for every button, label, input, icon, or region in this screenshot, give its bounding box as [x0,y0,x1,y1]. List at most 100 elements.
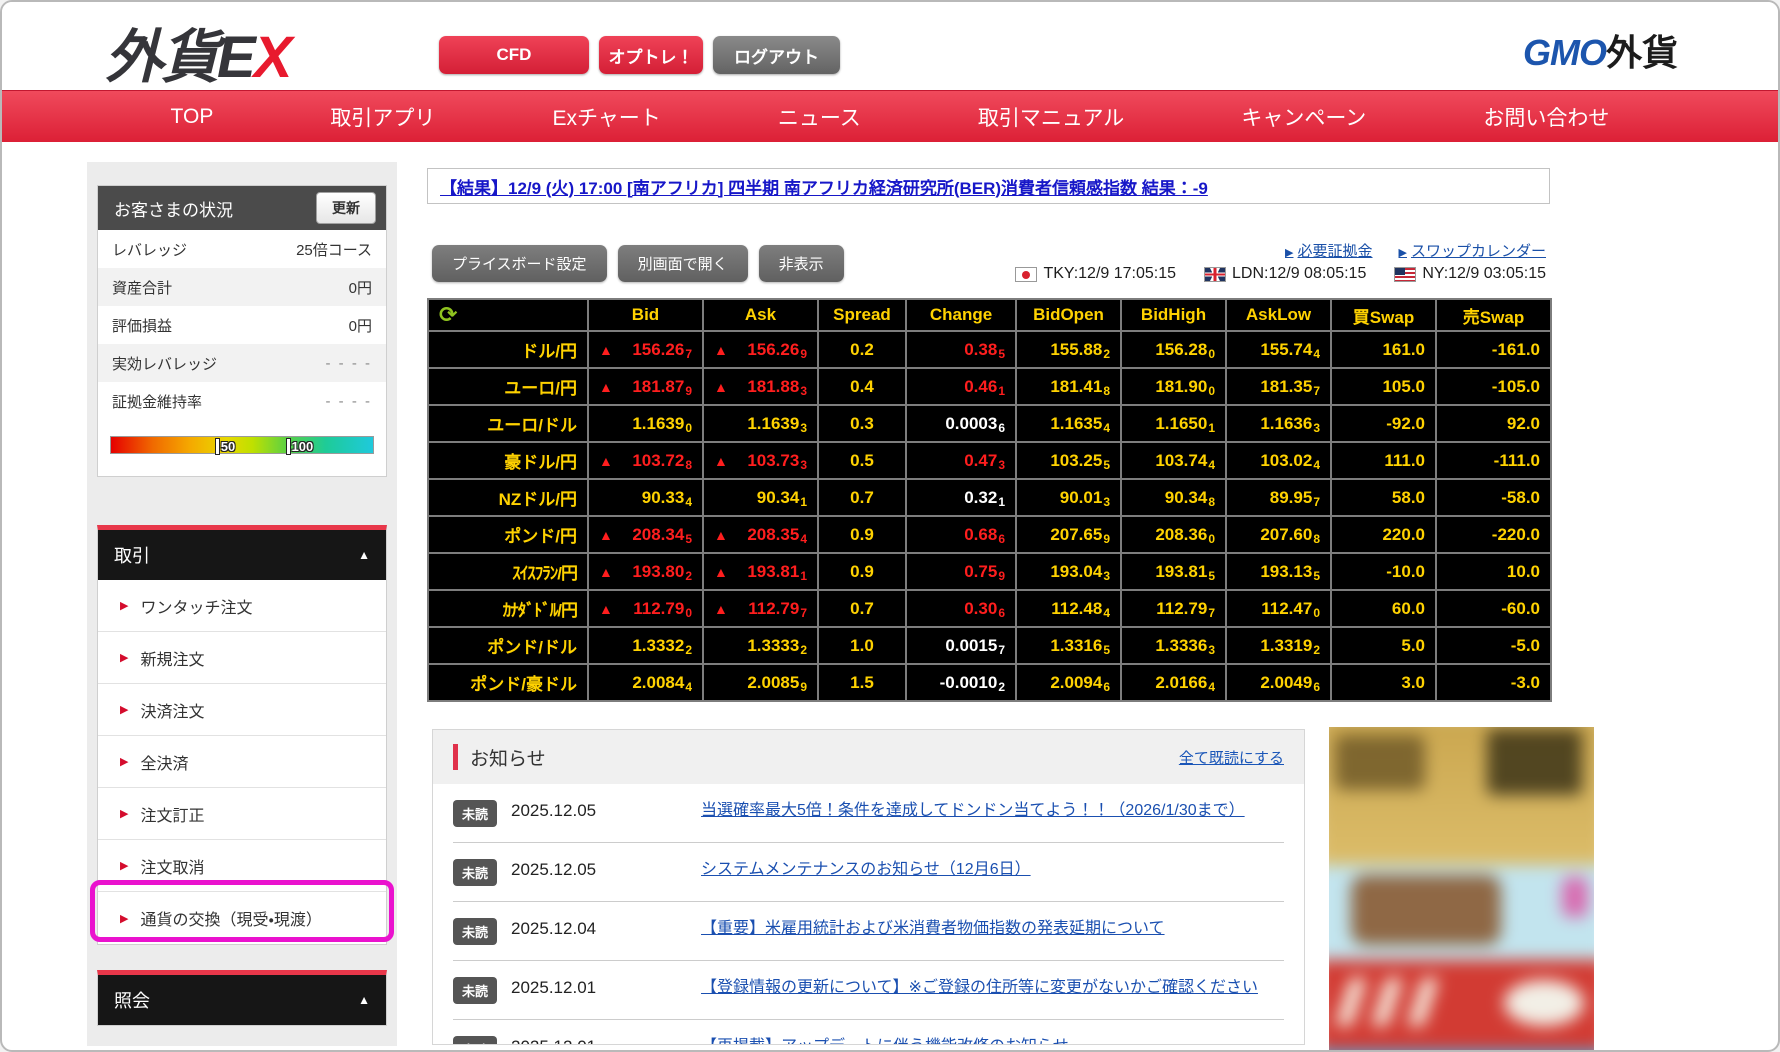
notice-link[interactable]: 当選確率最大5倍！条件を達成してドンドン当てよう！！（2026/1/30まで） [701,799,1284,824]
mark-all-read-link[interactable]: 全て既読にする [1179,747,1284,768]
news-headline-link[interactable]: 【結果】12/9 (火) 17:00 [南アフリカ] 四半期 南アフリカ経済研究… [440,174,1208,199]
bid-cell[interactable]: ▲103.728 [588,442,703,479]
nav-item-3[interactable]: Exチャート [552,102,660,132]
bidopen-cell: 155.882 [1016,331,1121,368]
toolbar-button-1[interactable]: プライスボード設定 [432,245,607,282]
menu-arrow-icon: ▶ [120,599,128,612]
bid-cell[interactable]: ▲112.790 [588,590,703,627]
price-row-ｶﾅﾀﾞﾄﾞﾙ/円[interactable]: ｶﾅﾀﾞﾄﾞﾙ/円▲112.790▲112.7970.70.306112.484… [428,590,1551,627]
trade-menu-item-2[interactable]: ▶新規注文 [98,632,386,684]
logout-button[interactable]: ログアウト [713,36,840,74]
ask-cell[interactable]: ▲156.269 [703,331,818,368]
bid-cell[interactable]: ▲193.802 [588,553,703,590]
bidopen-cell: 112.484 [1016,590,1121,627]
ask-cell[interactable]: ▲112.797 [703,590,818,627]
price-row-ｽｲｽﾌﾗﾝ/円[interactable]: ｽｲｽﾌﾗﾝ/円▲193.802▲193.8110.90.759193.0431… [428,553,1551,590]
toolbar-button-3[interactable]: 非表示 [759,245,844,282]
nav-item-4[interactable]: ニュース [778,102,861,132]
sellswap-cell: -105.0 [1436,368,1551,405]
price-row-ポンド/ドル[interactable]: ポンド/ドル1.333221.333321.00.001571.331651.3… [428,627,1551,664]
ask-cell[interactable]: 2.00859 [703,664,818,701]
status-row: レバレッジ25倍コース [98,230,386,268]
ask-cell[interactable]: ▲181.883 [703,368,818,405]
bidopen-cell: 103.255 [1016,442,1121,479]
up-arrow-icon: ▲ [714,379,728,395]
bid-cell[interactable]: 2.00844 [588,664,703,701]
notice-link[interactable]: 【登録情報の更新について】※ご登録の住所等に変更がないかご確認ください [701,976,1284,1001]
price-row-豪ドル/円[interactable]: 豪ドル/円▲103.728▲103.7330.50.473103.255103.… [428,442,1551,479]
bidhigh-cell: 1.16501 [1121,405,1226,442]
change-cell: 0.461 [906,368,1016,405]
bid-cell[interactable]: 1.16390 [588,405,703,442]
japan-flag [1015,267,1037,282]
pair-name: ユーロ/円 [428,368,588,405]
quick-link-2[interactable]: ▶スワップカレンダー [1399,240,1546,261]
trade-menu-item-7[interactable]: ▶通貨の交換（現受・現渡） [98,892,386,944]
bid-cell[interactable]: ▲181.879 [588,368,703,405]
up-arrow-icon: ▲ [599,379,613,395]
spread-cell: 0.7 [818,590,906,627]
price-row-ユーロ/ドル[interactable]: ユーロ/ドル1.163901.163930.30.000361.163541.1… [428,405,1551,442]
notice-link[interactable]: 【再掲載】アップデートに伴う機能改修のお知らせ [701,1035,1284,1045]
price-row-ドル/円[interactable]: ドル/円▲156.267▲156.2690.20.385155.882156.2… [428,331,1551,368]
ask-cell[interactable]: ▲103.733 [703,442,818,479]
trade-section-header[interactable]: 取引 ▲ [98,530,386,580]
uk-flag [1204,267,1226,282]
spread-cell: 1.5 [818,664,906,701]
change-cell: 0.473 [906,442,1016,479]
toolbar-button-2[interactable]: 別画面で開く [618,245,748,282]
bidopen-cell: 193.043 [1016,553,1121,590]
spread-cell: 0.2 [818,331,906,368]
trade-panel: 取引 ▲ ▶ワンタッチ注文▶新規注文▶決済注文▶全決済▶注文訂正▶注文取消▶通貨… [97,525,387,945]
trade-menu-item-1[interactable]: ▶ワンタッチ注文 [98,580,386,632]
bidopen-cell: 1.33165 [1016,627,1121,664]
price-row-ポンド/円[interactable]: ポンド/円▲208.345▲208.3540.90.686207.659208.… [428,516,1551,553]
bid-cell[interactable]: ▲156.267 [588,331,703,368]
ask-cell[interactable]: 90.341 [703,479,818,516]
nav-item-6[interactable]: キャンペーン [1241,102,1366,132]
nav-item-7[interactable]: お問い合わせ [1483,102,1609,132]
quick-link-1[interactable]: ▶必要証拠金 [1285,240,1372,261]
asklow-cell: 1.16363 [1226,405,1331,442]
bid-cell[interactable]: ▲208.345 [588,516,703,553]
price-row-ユーロ/円[interactable]: ユーロ/円▲181.879▲181.8830.40.461181.418181.… [428,368,1551,405]
ad-banner[interactable] [1329,727,1594,1052]
notice-link[interactable]: システムメンテナンスのお知らせ（12月6日） [701,858,1284,883]
nav-item-1[interactable]: TOP [171,105,214,129]
ask-cell[interactable]: ▲208.354 [703,516,818,553]
unread-badge: 未読 [453,800,497,827]
trade-menu-item-5[interactable]: ▶注文訂正 [98,788,386,840]
trade-menu: ▶ワンタッチ注文▶新規注文▶決済注文▶全決済▶注文訂正▶注文取消▶通貨の交換（現… [98,580,386,944]
refresh-header-cell[interactable]: ⟳ [428,299,588,331]
bid-cell[interactable]: 90.334 [588,479,703,516]
notice-link[interactable]: 【重要】米雇用統計および米消費者物価指数の発表延期について [701,917,1284,942]
sellswap-cell: -58.0 [1436,479,1551,516]
ask-cell[interactable]: ▲193.811 [703,553,818,590]
trade-menu-item-3[interactable]: ▶決済注文 [98,684,386,736]
menu-arrow-icon: ▶ [120,755,128,768]
trade-menu-item-4[interactable]: ▶全決済 [98,736,386,788]
col-header: 売Swap [1436,299,1551,331]
price-board-table: ⟳BidAskSpreadChangeBidOpenBidHighAskLow買… [427,298,1552,702]
ask-cell[interactable]: 1.33332 [703,627,818,664]
price-row-NZドル/円[interactable]: NZドル/円90.33490.3410.70.32190.01390.34889… [428,479,1551,516]
cfd-button[interactable]: CFD [439,36,589,74]
price-row-ポンド/豪ドル[interactable]: ポンド/豪ドル2.008442.008591.5-0.001022.009462… [428,664,1551,701]
collapse-icon: ▲ [358,548,370,562]
nav-item-5[interactable]: 取引マニュアル [978,102,1124,132]
bid-cell[interactable]: 1.33322 [588,627,703,664]
nav-item-2[interactable]: 取引アプリ [330,102,435,132]
optore-button[interactable]: オプトレ！ [599,36,703,74]
sellswap-cell: -3.0 [1436,664,1551,701]
margin-level-gauge: 50100 [110,436,374,454]
asklow-cell: 207.608 [1226,516,1331,553]
pair-name: ポンド/豪ドル [428,664,588,701]
ask-cell[interactable]: 1.16393 [703,405,818,442]
bidhigh-cell: 90.348 [1121,479,1226,516]
notices-header: お知らせ 全て既読にする [433,730,1304,784]
menu-arrow-icon: ▶ [120,651,128,664]
trade-menu-item-6[interactable]: ▶注文取消 [98,840,386,892]
refresh-icon[interactable]: ⟳ [439,302,457,327]
inquiry-section-header[interactable]: 照会 ▲ [98,975,386,1025]
status-refresh-button[interactable]: 更新 [316,192,376,224]
